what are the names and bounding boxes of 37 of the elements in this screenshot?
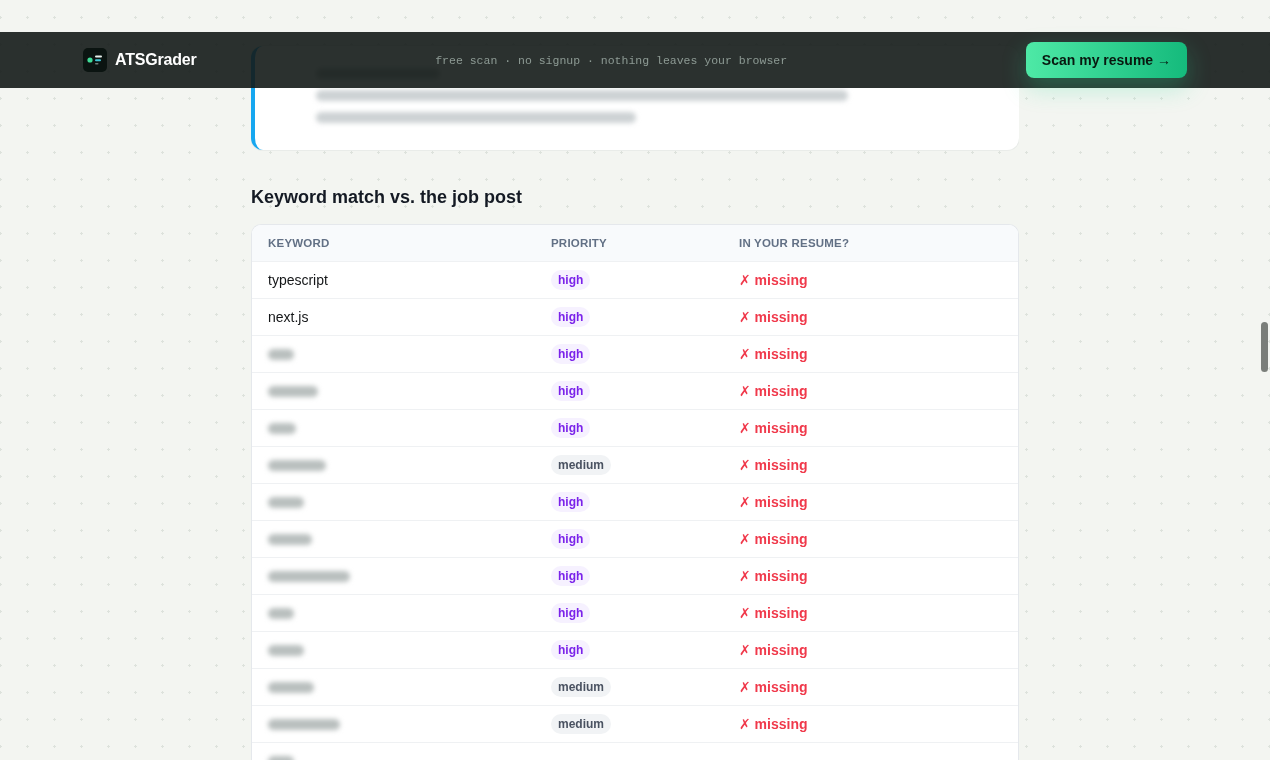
priority-tag: high <box>551 418 591 438</box>
match-status: ✗ missing <box>739 309 808 325</box>
tagline: free scan · no signup · nothing leaves your browser <box>435 53 788 67</box>
priority-tag: high <box>551 603 591 623</box>
priority-tag: medium <box>551 714 611 734</box>
priority-tag: medium <box>551 677 611 697</box>
match-status: ✗ missing <box>739 346 808 362</box>
priority-tag: high <box>551 344 591 364</box>
column-header: PRIORITY <box>551 237 607 249</box>
brand-name: ATSGrader <box>115 51 197 69</box>
keyword-text: next.js <box>268 309 309 325</box>
keyword-text: typescript <box>268 272 328 288</box>
match-status: ✗ missing <box>739 642 808 658</box>
column-header: KEYWORD <box>268 237 330 249</box>
scrollbar-thumb[interactable] <box>1261 322 1268 372</box>
priority-tag: high <box>551 529 591 549</box>
column-header: IN YOUR RESUME? <box>739 237 850 249</box>
match-status: ✗ missing <box>739 494 808 510</box>
match-status: ✗ missing <box>739 716 808 732</box>
match-status: ✗ missing <box>739 383 808 399</box>
priority-tag: high <box>551 640 591 660</box>
priority-tag: high <box>551 566 591 586</box>
priority-tag: high <box>551 492 591 512</box>
match-status: ✗ missing <box>739 531 808 547</box>
section-title: Keyword match vs. the job post <box>251 186 524 208</box>
match-status: ✗ missing <box>739 420 808 436</box>
priority-tag: high <box>551 307 591 327</box>
match-status: ✗ missing <box>739 605 808 621</box>
match-status: ✗ missing <box>739 568 808 584</box>
priority-tag: high <box>551 270 591 290</box>
logo-icon <box>83 48 107 72</box>
match-status: ✗ missing <box>739 457 808 473</box>
priority-tag: medium <box>551 455 611 475</box>
priority-tag: high <box>551 381 591 401</box>
scan-resume-button[interactable]: Scan my resume → <box>1025 42 1187 78</box>
match-status: ✗ missing <box>739 679 808 695</box>
match-status: ✗ missing <box>739 272 808 288</box>
